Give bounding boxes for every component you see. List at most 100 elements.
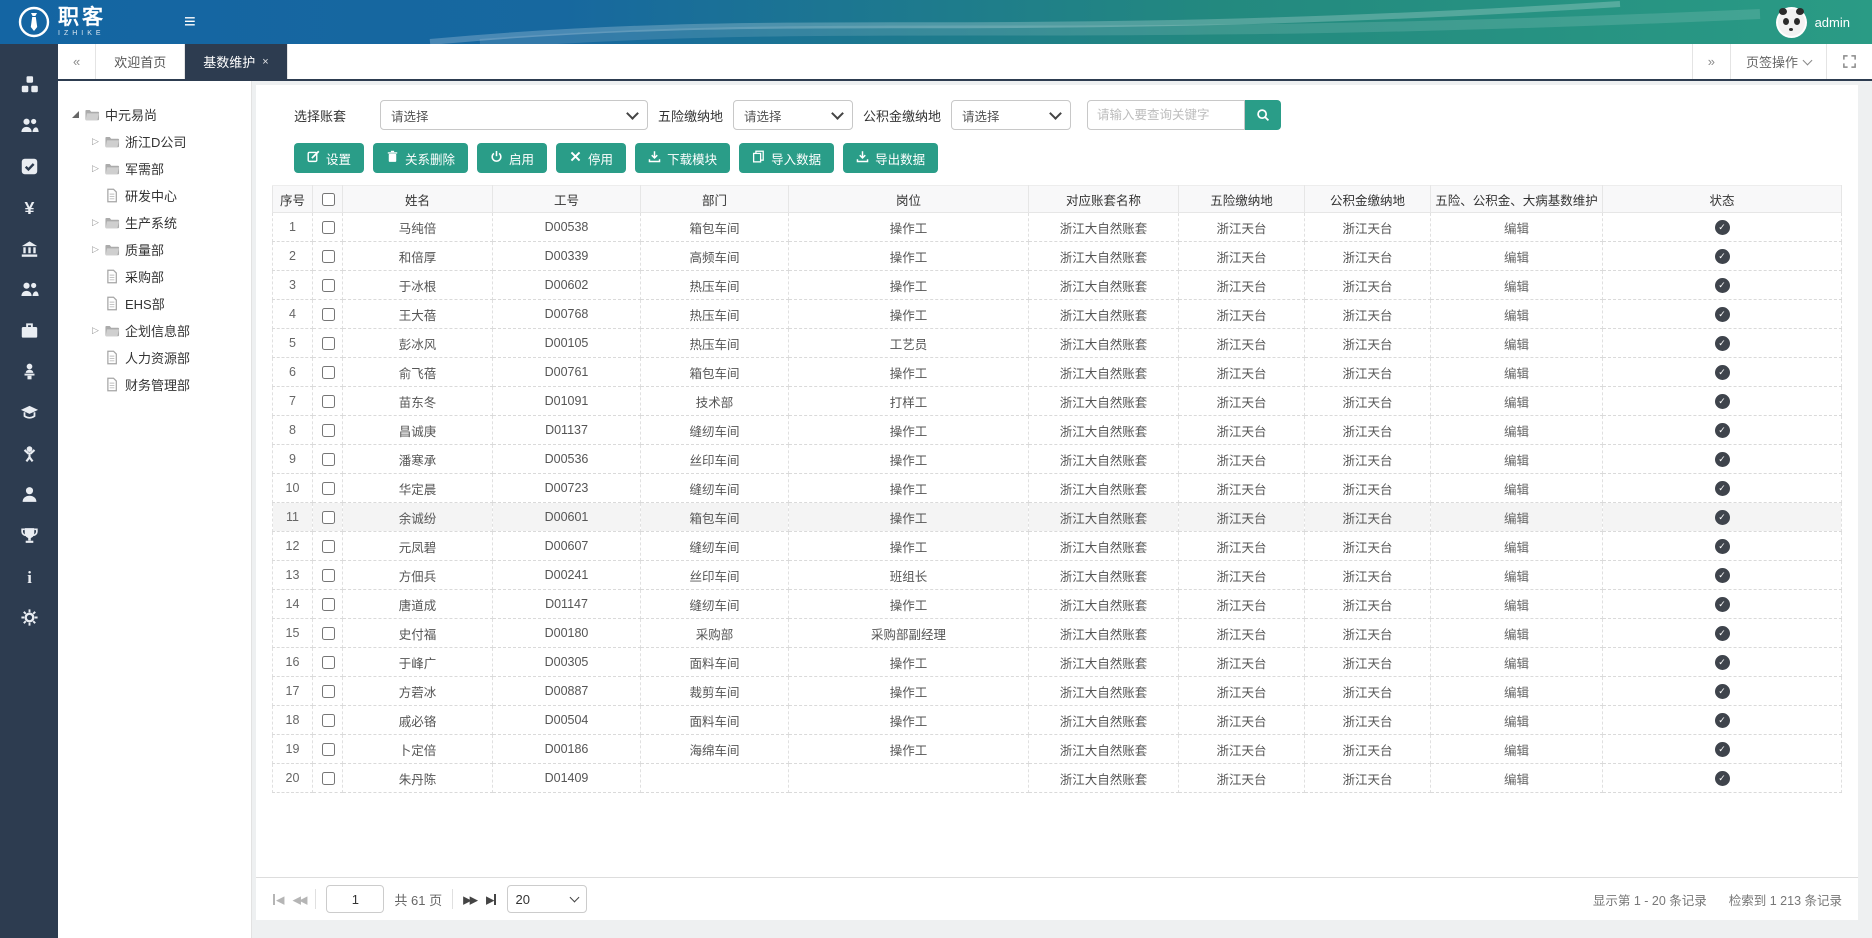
table-row[interactable]: 20朱丹陈D01409浙江大自然账套浙江天台浙江天台编辑✓ [273,764,1842,793]
edit-link[interactable]: 编辑 [1504,628,1529,642]
first-page-icon[interactable]: ◀ [272,892,282,906]
status-ok-icon[interactable]: ✓ [1715,423,1730,438]
status-ok-icon[interactable]: ✓ [1715,220,1730,235]
status-ok-icon[interactable]: ✓ [1715,307,1730,322]
row-checkbox[interactable] [322,685,335,698]
row-checkbox[interactable] [322,714,335,727]
row-checkbox[interactable] [322,482,335,495]
next-page-icon[interactable]: ▶▶ [463,892,476,906]
table-row[interactable]: 9潘寒承D00536丝印车间操作工浙江大自然账套浙江天台浙江天台编辑✓ [273,445,1842,474]
row-checkbox[interactable] [322,366,335,379]
group-icon[interactable] [0,269,58,310]
tabs-scroll-left-icon[interactable]: « [58,44,96,79]
edit-link[interactable]: 编辑 [1504,715,1529,729]
table-row[interactable]: 19卜定倍D00186海绵车间操作工浙江大自然账套浙江天台浙江天台编辑✓ [273,735,1842,764]
tree-node[interactable]: 财务管理部 [72,371,241,398]
social-city-select[interactable]: 请选择 [733,100,853,130]
status-ok-icon[interactable]: ✓ [1715,510,1730,525]
status-ok-icon[interactable]: ✓ [1715,597,1730,612]
status-ok-icon[interactable]: ✓ [1715,278,1730,293]
fullscreen-icon[interactable] [1826,44,1872,79]
account-select[interactable]: 请选择 [380,100,648,130]
row-checkbox[interactable] [322,250,335,263]
row-checkbox[interactable] [322,598,335,611]
row-checkbox[interactable] [322,540,335,553]
edit-link[interactable]: 编辑 [1504,657,1529,671]
table-row[interactable]: 6俞飞蓓D00761箱包车间操作工浙江大自然账套浙江天台浙江天台编辑✓ [273,358,1842,387]
tab-base-maintenance[interactable]: 基数维护 × [185,44,287,79]
row-checkbox[interactable] [322,453,335,466]
edit-link[interactable]: 编辑 [1504,454,1529,468]
table-row[interactable]: 15史付福D00180采购部采购部副经理浙江大自然账套浙江天台浙江天台编辑✓ [273,619,1842,648]
prev-page-icon[interactable]: ◀◀ [292,892,305,906]
status-ok-icon[interactable]: ✓ [1715,539,1730,554]
bank-icon[interactable] [0,228,58,269]
row-checkbox[interactable] [322,569,335,582]
edit-link[interactable]: 编辑 [1504,367,1529,381]
row-checkbox[interactable] [322,772,335,785]
row-checkbox[interactable] [322,743,335,756]
row-checkbox[interactable] [322,627,335,640]
tree-node-root[interactable]: 中元易尚 [72,101,241,128]
table-row[interactable]: 7苗东冬D01091技术部打样工浙江大自然账套浙江天台浙江天台编辑✓ [273,387,1842,416]
info-icon[interactable]: i [0,556,58,597]
table-row[interactable]: 2和倍厚D00339高频车间操作工浙江大自然账套浙江天台浙江天台编辑✓ [273,242,1842,271]
edit-link[interactable]: 编辑 [1504,686,1529,700]
edit-link[interactable]: 编辑 [1504,251,1529,265]
x-button[interactable]: 停用 [556,143,626,173]
tab-close-icon[interactable]: × [262,56,268,68]
tab-home[interactable]: 欢迎首页 [96,44,185,79]
table-row[interactable]: 3于冰根D00602热压车间操作工浙江大自然账套浙江天台浙江天台编辑✓ [273,271,1842,300]
caret-collapsed-icon[interactable]: ▷ [92,217,99,228]
edit-link[interactable]: 编辑 [1504,425,1529,439]
table-row[interactable]: 12元凤碧D00607缝纫车间操作工浙江大自然账套浙江天台浙江天台编辑✓ [273,532,1842,561]
caret-collapsed-icon[interactable]: ▷ [92,325,99,336]
user-icon[interactable] [0,474,58,515]
tree-node[interactable]: EHS部 [72,290,241,317]
edit-link[interactable]: 编辑 [1504,570,1529,584]
edit-link[interactable]: 编辑 [1504,309,1529,323]
page-number-input[interactable] [326,885,384,913]
trash-button[interactable]: 关系删除 [373,143,468,173]
edit-link[interactable]: 编辑 [1504,744,1529,758]
row-checkbox[interactable] [322,337,335,350]
table-row[interactable]: 13方佃兵D00241丝印车间班组长浙江大自然账套浙江天台浙江天台编辑✓ [273,561,1842,590]
row-checkbox[interactable] [322,221,335,234]
edit-link[interactable]: 编辑 [1504,541,1529,555]
check-square-icon[interactable] [0,146,58,187]
cubes-icon[interactable] [0,64,58,105]
fund-city-select[interactable]: 请选择 [951,100,1071,130]
status-ok-icon[interactable]: ✓ [1715,394,1730,409]
table-row[interactable]: 14唐道成D01147缝纫车间操作工浙江大自然账套浙江天台浙江天台编辑✓ [273,590,1842,619]
table-row[interactable]: 1马纯倍D00538箱包车间操作工浙江大自然账套浙江天台浙江天台编辑✓ [273,213,1842,242]
row-checkbox[interactable] [322,395,335,408]
trophy-icon[interactable] [0,515,58,556]
caret-collapsed-icon[interactable]: ▷ [92,244,99,255]
tree-node[interactable]: ▷军需部 [72,155,241,182]
search-button[interactable] [1245,100,1281,130]
graduation-icon[interactable] [0,392,58,433]
team-icon[interactable] [0,105,58,146]
caret-expanded-icon[interactable] [72,111,79,118]
edit-link[interactable]: 编辑 [1504,338,1529,352]
status-ok-icon[interactable]: ✓ [1715,452,1730,467]
table-row[interactable]: 18戚必铬D00504面料车间操作工浙江大自然账套浙江天台浙江天台编辑✓ [273,706,1842,735]
edit-link[interactable]: 编辑 [1504,512,1529,526]
tree-node[interactable]: ▷浙江D公司 [72,128,241,155]
status-ok-icon[interactable]: ✓ [1715,336,1730,351]
table-row[interactable]: 5彭冰风D00105热压车间工艺员浙江大自然账套浙江天台浙江天台编辑✓ [273,329,1842,358]
tree-node[interactable]: 采购部 [72,263,241,290]
hamburger-menu-icon[interactable]: ≡ [184,12,196,32]
status-ok-icon[interactable]: ✓ [1715,365,1730,380]
status-ok-icon[interactable]: ✓ [1715,771,1730,786]
edit-link[interactable]: 编辑 [1504,483,1529,497]
search-input[interactable] [1087,100,1245,130]
page-ops-dropdown[interactable]: 页签操作 [1730,44,1826,79]
table-row[interactable]: 11余诚纷D00601箱包车间操作工浙江大自然账套浙江天台浙江天台编辑✓ [273,503,1842,532]
table-row[interactable]: 17方菪冰D00887裁剪车间操作工浙江大自然账套浙江天台浙江天台编辑✓ [273,677,1842,706]
export-button[interactable]: 导出数据 [843,143,938,173]
download-button[interactable]: 下载模块 [635,143,730,173]
tabs-scroll-right-icon[interactable]: » [1692,44,1730,79]
tree-node[interactable]: 研发中心 [72,182,241,209]
edit-button[interactable]: 设置 [294,143,364,173]
